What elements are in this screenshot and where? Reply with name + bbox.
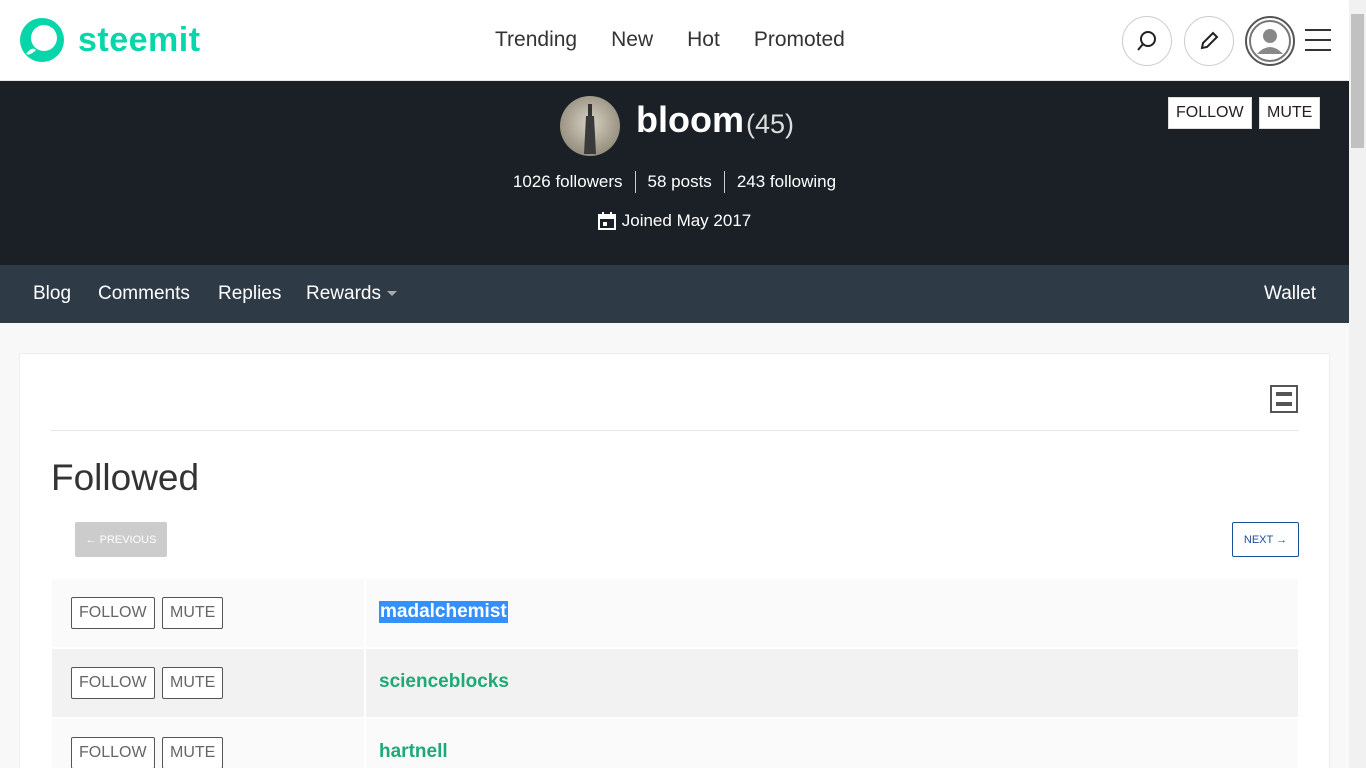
profile-name: bloom [636,99,744,140]
user-link[interactable]: madalchemist [379,601,508,623]
tab-rewards[interactable]: Rewards [306,283,397,305]
posts-count: 58 posts [636,171,725,193]
steemit-logo[interactable]: steemit [18,16,201,64]
brand-name: steemit [78,20,201,59]
divider [51,430,1299,431]
joined-date: Joined May 2017 [0,211,1349,231]
row-follow-button[interactable]: FOLLOW [71,737,155,768]
row-mute-button[interactable]: MUTE [162,667,224,699]
follow-button[interactable]: FOLLOW [1168,97,1252,129]
layout-toggle-icon[interactable] [1270,385,1298,413]
scrollbar-thumb[interactable] [1351,14,1364,148]
chevron-down-icon [386,291,397,297]
profile-subnav: Blog Comments Replies Rewards Wallet [0,265,1349,323]
top-header: steemit Trending New Hot Promoted [0,0,1349,81]
write-post-button[interactable] [1184,16,1234,66]
row-user: hartnell [366,719,1298,768]
user-link[interactable]: hartnell [379,741,448,763]
tab-rewards-label: Rewards [306,283,381,304]
next-button[interactable]: NEXT → [1232,522,1299,557]
calendar-icon [597,212,616,230]
search-icon [1137,31,1156,51]
nav-hot[interactable]: Hot [687,28,720,52]
tab-blog[interactable]: Blog [33,283,71,305]
pencil-icon [1200,31,1219,50]
page-title: Followed [51,457,200,498]
user-menu-button[interactable] [1245,16,1295,66]
row-actions: FOLLOW MUTE [52,579,364,647]
followers-count[interactable]: 1026 followers [501,171,636,193]
hamburger-icon[interactable] [1305,29,1331,51]
row-mute-button[interactable]: MUTE [162,737,224,768]
search-button[interactable] [1122,16,1172,66]
tab-comments[interactable]: Comments [98,283,190,305]
row-user: madalchemist [366,579,1298,647]
nav-trending[interactable]: Trending [495,28,577,52]
following-count[interactable]: 243 following [725,171,848,193]
user-link[interactable]: scienceblocks [379,671,509,693]
mute-button[interactable]: MUTE [1259,97,1321,129]
row-actions: FOLLOW MUTE [52,719,364,768]
table-row: FOLLOW MUTE madalchemist [52,579,1298,649]
steemit-logo-icon [20,18,64,62]
main-nav: Trending New Hot Promoted [478,28,862,52]
avatar-image [560,96,620,156]
profile-avatar [560,96,620,156]
table-row: FOLLOW MUTE hartnell [52,719,1298,768]
row-actions: FOLLOW MUTE [52,649,364,717]
joined-text: Joined May 2017 [621,211,752,230]
profile-banner: bloom (45) 1026 followers 58 posts 243 f… [0,81,1349,265]
profile-stats: 1026 followers 58 posts 243 following [0,171,1349,193]
followed-card: Followed ← PREVIOUS NEXT → FOLLOW MUTE m… [19,353,1330,768]
reputation-score: (45) [746,109,795,139]
row-follow-button[interactable]: FOLLOW [71,667,155,699]
followed-list: FOLLOW MUTE madalchemist FOLLOW MUTE sci… [52,579,1298,768]
table-row: FOLLOW MUTE scienceblocks [52,649,1298,719]
tab-replies[interactable]: Replies [218,283,281,305]
row-user: scienceblocks [366,649,1298,717]
tab-wallet[interactable]: Wallet [1264,283,1316,305]
row-follow-button[interactable]: FOLLOW [71,597,155,629]
previous-button[interactable]: ← PREVIOUS [75,522,167,557]
nav-promoted[interactable]: Promoted [754,28,845,52]
row-mute-button[interactable]: MUTE [162,597,224,629]
page-scrollbar[interactable] [1349,0,1366,768]
user-avatar-icon [1249,20,1291,62]
nav-new[interactable]: New [611,28,653,52]
